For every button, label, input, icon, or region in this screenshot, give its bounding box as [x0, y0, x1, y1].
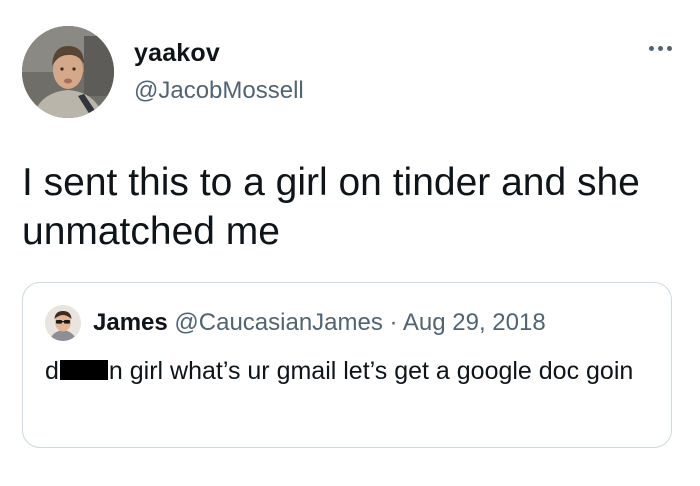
quoted-text-rest: n girl what’s ur gmail let’s get a googl… — [108, 357, 634, 385]
quoted-author-avatar[interactable] — [45, 305, 81, 341]
author-display-name[interactable]: yaakov — [134, 38, 304, 68]
author-avatar[interactable] — [22, 26, 114, 118]
quoted-text: d n girl what’s ur gmail let’s get a goog… — [45, 355, 655, 388]
tweet-text: I sent this to a girl on tinder and she … — [22, 161, 640, 253]
censor-bar — [59, 360, 108, 380]
tweet-card: yaakov @JacobMossell I sent this to a gi… — [0, 0, 700, 486]
quoted-text-start: d — [45, 357, 59, 385]
more-dot — [648, 45, 654, 51]
author-info: yaakov @JacobMossell — [134, 38, 304, 106]
more-dots-icon[interactable] — [642, 38, 678, 58]
meta-separator: · — [389, 309, 398, 336]
quoted-handle[interactable]: @CaucasianJames — [174, 309, 382, 336]
quoted-date[interactable]: Aug 29, 2018 — [403, 309, 546, 336]
quoted-avatar-image — [45, 305, 81, 341]
author-avatar-image — [22, 26, 114, 118]
more-dot — [657, 45, 663, 51]
more-dot — [666, 45, 672, 51]
quoted-meta: James @CaucasianJames · Aug 29, 2018 — [93, 308, 546, 338]
quoted-tweet[interactable]: James @CaucasianJames · Aug 29, 2018 d n … — [22, 282, 672, 448]
author-handle[interactable]: @JacobMossell — [134, 76, 304, 106]
quoted-display-name[interactable]: James — [93, 309, 168, 336]
